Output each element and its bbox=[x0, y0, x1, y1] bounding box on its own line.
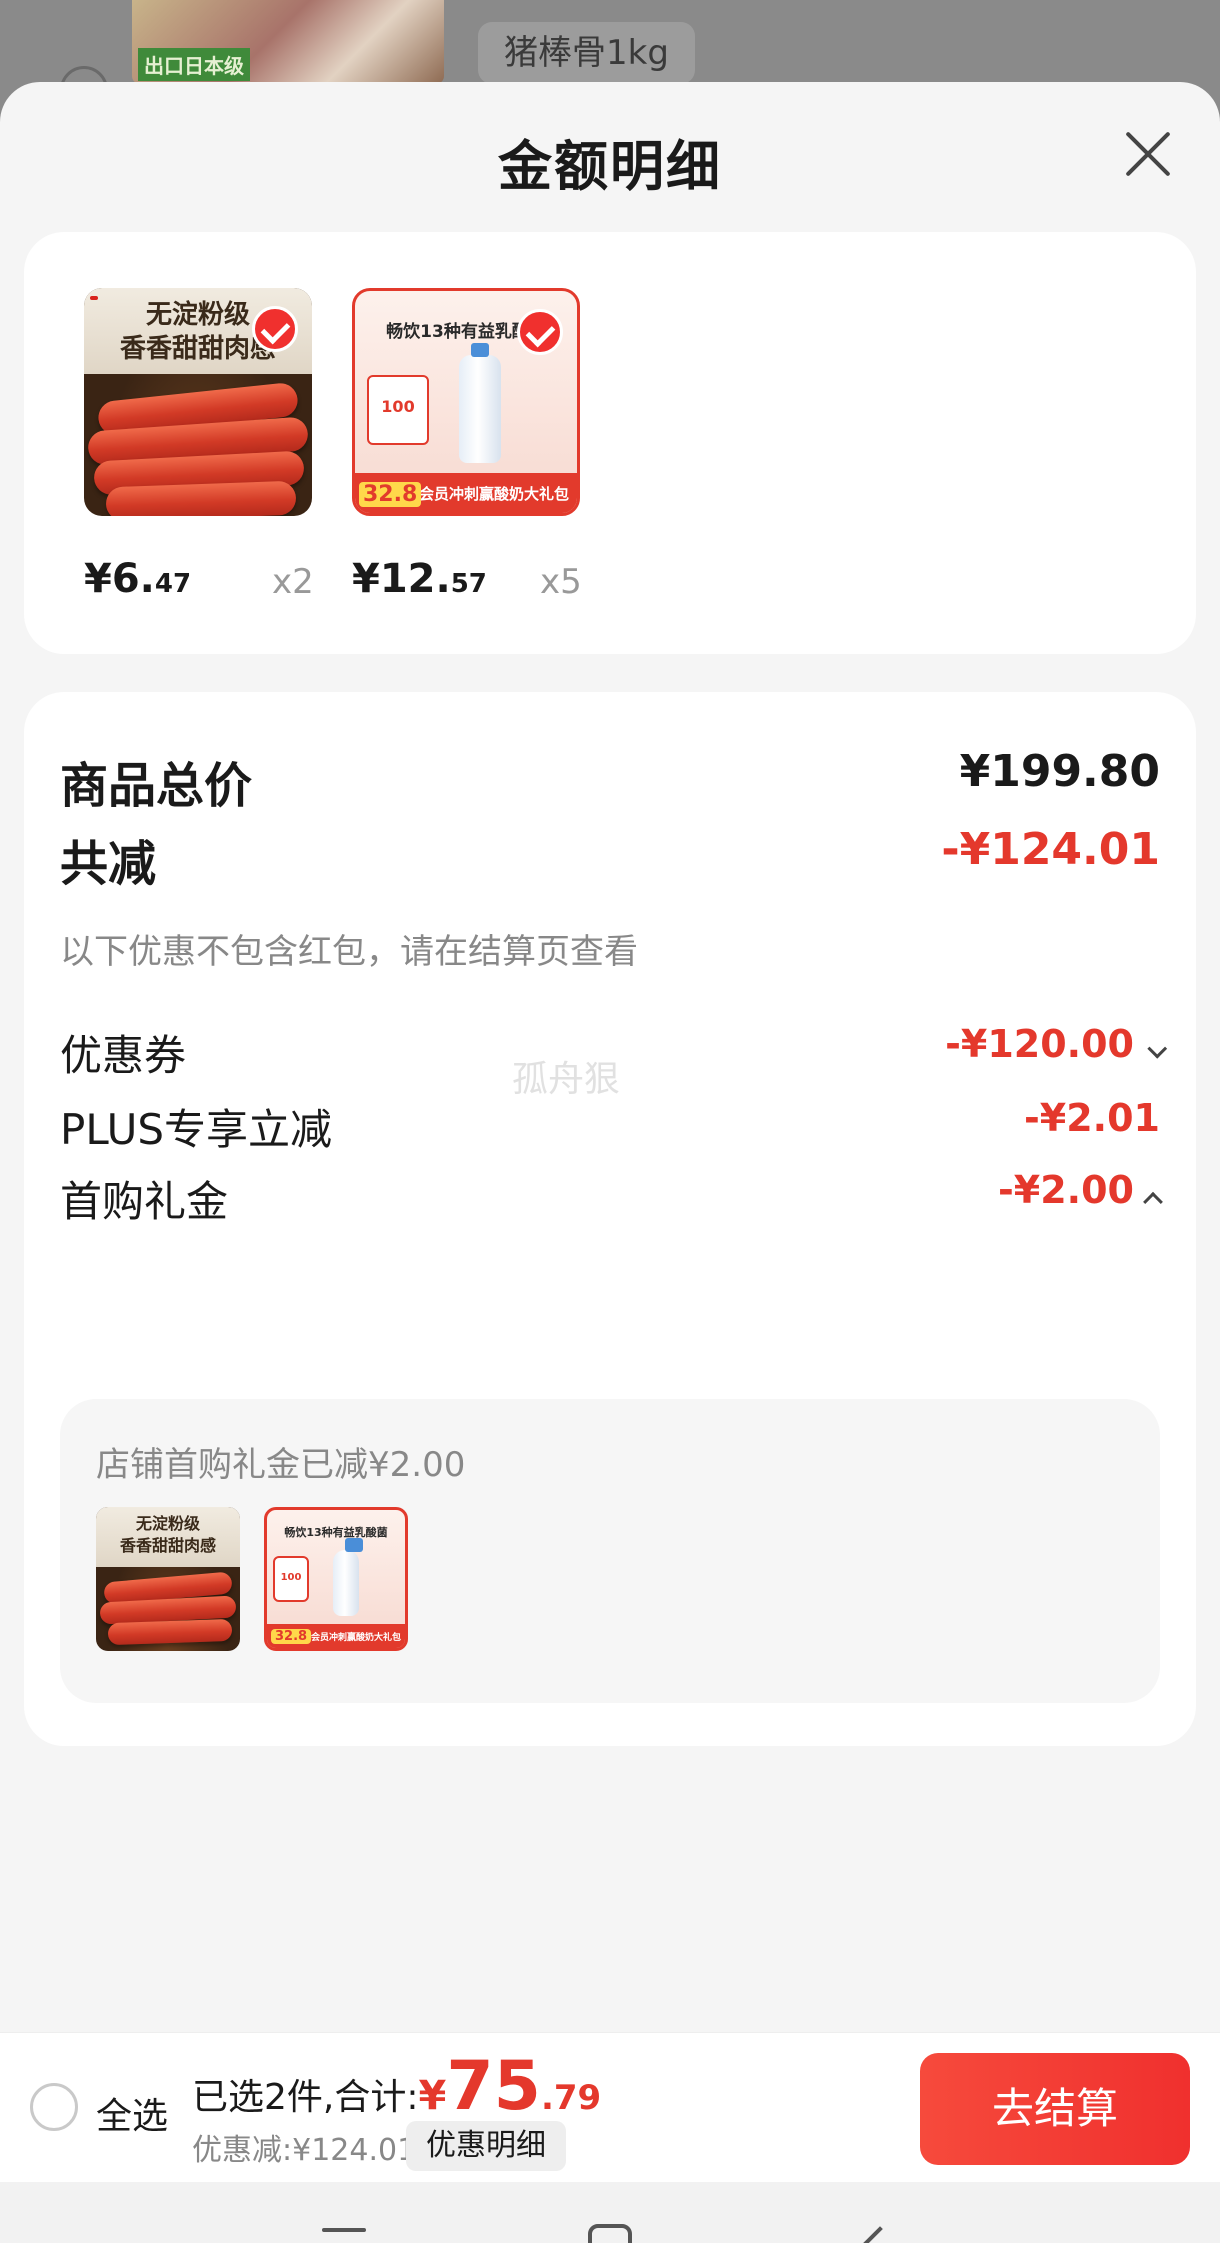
chevron-down-icon[interactable] bbox=[1147, 1038, 1168, 1059]
product-quantity: x2 bbox=[272, 562, 314, 602]
total-price-value: ¥199.80 bbox=[959, 746, 1160, 797]
checkout-button[interactable]: 去结算 bbox=[920, 2053, 1190, 2165]
background-product-image: 出口日本级 bbox=[132, 0, 444, 84]
gift-product-thumb: 无淀粉级 香香甜甜肉感 bbox=[96, 1507, 240, 1651]
gift-detail-text: 店铺首购礼金已减¥2.00 bbox=[96, 1445, 466, 1485]
discount-detail-button[interactable]: 优惠明细 bbox=[406, 2121, 566, 2171]
background-product-tag: 出口日本级 bbox=[138, 48, 250, 81]
product-image-sausage[interactable]: 无淀粉级 香香甜甜肉感 bbox=[84, 288, 312, 516]
reduce-value: -¥124.01 bbox=[941, 824, 1160, 875]
first-gift-value: -¥2.00 bbox=[998, 1168, 1134, 1212]
coupon-value-wrap: -¥120.00 bbox=[945, 1022, 1168, 1066]
total-price-label: 商品总价 bbox=[60, 758, 253, 814]
select-all-label[interactable]: 全选 bbox=[96, 2087, 168, 2139]
gift-product-thumb: 畅饮13种有益乳酸菌 100 会员冲刺赢酸奶大礼包 32.8 bbox=[264, 1507, 408, 1651]
back-icon[interactable] bbox=[860, 2226, 900, 2243]
product-price: ¥12.57 bbox=[352, 556, 487, 602]
checkout-bar: 全选 已选2件,合计:¥75.79 优惠减:¥124.01 优惠明细 去结算 bbox=[0, 2032, 1220, 2182]
chevron-up-icon[interactable] bbox=[1143, 1191, 1163, 1212]
home-icon[interactable] bbox=[588, 2224, 632, 2243]
summary-card: 商品总价 ¥199.80 共减 -¥124.01 以下优惠不包含红包，请在结算页… bbox=[24, 692, 1196, 1746]
menu-icon[interactable] bbox=[322, 2226, 366, 2243]
coupon-label: 优惠券 bbox=[60, 1031, 187, 1080]
product-price: ¥6.47 bbox=[84, 556, 192, 602]
first-gift-value-wrap: -¥2.00 bbox=[998, 1168, 1163, 1212]
total-summary: 已选2件,合计:¥75.79 bbox=[192, 2047, 601, 2126]
gift-detail-box: 店铺首购礼金已减¥2.00 无淀粉级 香香甜甜肉感 畅饮13种有益乳酸菌 100… bbox=[60, 1399, 1160, 1703]
select-all-radio-icon[interactable] bbox=[30, 2083, 78, 2131]
brand-logo bbox=[90, 296, 98, 300]
system-navigation-bar bbox=[0, 2182, 1220, 2243]
product-image-yogurt[interactable]: 畅饮13种有益乳酸菌 100 会员冲刺赢酸奶大礼包 32.8 bbox=[352, 288, 580, 516]
bottle-illustration bbox=[459, 343, 501, 463]
plus-label: PLUS专享立减 bbox=[60, 1105, 333, 1154]
background-spec-selector: 猪棒骨1kg bbox=[478, 22, 695, 84]
selected-prefix: 已选2件,合计: bbox=[192, 2077, 419, 2118]
image-price: 32.8 bbox=[359, 482, 422, 507]
discount-note: 以下优惠不包含红包，请在结算页查看 bbox=[60, 932, 638, 972]
total-decimal: .79 bbox=[540, 2078, 602, 2118]
check-icon bbox=[517, 309, 563, 355]
close-icon[interactable] bbox=[1118, 126, 1174, 182]
reduce-label: 共减 bbox=[60, 836, 157, 892]
product-quantity: x5 bbox=[540, 562, 582, 602]
plus-value: -¥2.01 bbox=[1024, 1096, 1160, 1140]
discount-summary: 优惠减:¥124.01 bbox=[192, 2133, 417, 2168]
first-gift-label: 首购礼金 bbox=[60, 1177, 229, 1226]
watermark: 孤舟狠 bbox=[512, 1059, 621, 1100]
coupon-value: -¥120.00 bbox=[945, 1022, 1134, 1066]
image-coupon: 100 bbox=[367, 375, 429, 445]
product-card: 无淀粉级 香香甜甜肉感 畅饮13种有益乳酸菌 100 会员冲刺赢酸奶大礼包 32… bbox=[24, 232, 1196, 654]
amount-detail-sheet: 金额明细 无淀粉级 香香甜甜肉感 畅饮13种有益乳酸菌 100 会员冲刺赢酸奶大… bbox=[0, 82, 1220, 2243]
total-integer: 75 bbox=[446, 2047, 541, 2126]
sheet-title: 金额明细 bbox=[498, 135, 722, 198]
check-icon bbox=[252, 306, 298, 352]
total-currency: ¥ bbox=[418, 2073, 447, 2119]
